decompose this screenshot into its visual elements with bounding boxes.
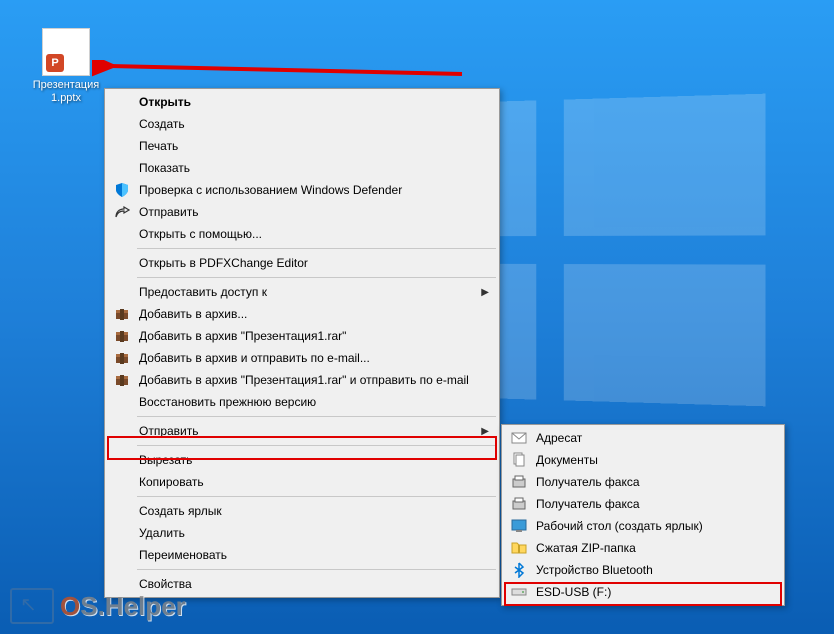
powerpoint-file-icon: P: [42, 28, 90, 76]
menu-new[interactable]: Создать: [107, 113, 497, 135]
bluetooth-icon: [508, 561, 530, 579]
sendto-recipient[interactable]: Адресат: [504, 427, 782, 449]
sendto-zip[interactable]: Сжатая ZIP-папка: [504, 537, 782, 559]
winrar-icon: [111, 305, 133, 323]
powerpoint-badge-icon: P: [46, 54, 64, 72]
menu-open-with[interactable]: Открыть с помощью...: [107, 223, 497, 245]
menu-rename[interactable]: Переименовать: [107, 544, 497, 566]
menu-pdf-editor[interactable]: Открыть в PDFXChange Editor: [107, 252, 497, 274]
sendto-documents[interactable]: Документы: [504, 449, 782, 471]
menu-send-to[interactable]: Отправить▶: [107, 420, 497, 442]
drive-icon: [508, 583, 530, 601]
menu-separator: [137, 496, 496, 497]
menu-shortcut[interactable]: Создать ярлык: [107, 500, 497, 522]
menu-cut[interactable]: Вырезать: [107, 449, 497, 471]
menu-show[interactable]: Показать: [107, 157, 497, 179]
menu-separator: [137, 416, 496, 417]
context-menu-sendto: Адресат Документы Получатель факса Получ…: [501, 424, 785, 606]
mail-icon: [508, 429, 530, 447]
menu-rar-add[interactable]: Добавить в архив...: [107, 303, 497, 325]
file-name-label: Презентация1.pptx: [30, 79, 102, 105]
menu-copy[interactable]: Копировать: [107, 471, 497, 493]
watermark-text: OS.Helper: [60, 591, 186, 622]
documents-icon: [508, 451, 530, 469]
menu-delete[interactable]: Удалить: [107, 522, 497, 544]
menu-restore[interactable]: Восстановить прежнюю версию: [107, 391, 497, 413]
menu-separator: [137, 248, 496, 249]
watermark-logo-icon: [10, 588, 54, 624]
watermark: OS.Helper: [10, 588, 186, 624]
chevron-right-icon: ▶: [481, 426, 489, 437]
fax-icon: [508, 473, 530, 491]
desktop-file-icon[interactable]: P Презентация1.pptx: [30, 28, 102, 105]
chevron-right-icon: ▶: [481, 287, 489, 298]
desktop-icon: [508, 517, 530, 535]
share-icon: [111, 203, 133, 221]
sendto-usb[interactable]: ESD-USB (F:): [504, 581, 782, 603]
sendto-bluetooth[interactable]: Устройство Bluetooth: [504, 559, 782, 581]
winrar-icon: [111, 349, 133, 367]
menu-rar-email-named[interactable]: Добавить в архив "Презентация1.rar" и от…: [107, 369, 497, 391]
menu-separator: [137, 277, 496, 278]
zip-folder-icon: [508, 539, 530, 557]
menu-rar-add-named[interactable]: Добавить в архив "Презентация1.rar": [107, 325, 497, 347]
sendto-fax2[interactable]: Получатель факса: [504, 493, 782, 515]
shield-icon: [111, 181, 133, 199]
fax-icon: [508, 495, 530, 513]
menu-send[interactable]: Отправить: [107, 201, 497, 223]
menu-share-access[interactable]: Предоставить доступ к▶: [107, 281, 497, 303]
menu-rar-email[interactable]: Добавить в архив и отправить по e-mail..…: [107, 347, 497, 369]
menu-open[interactable]: Открыть: [107, 91, 497, 113]
menu-separator: [137, 569, 496, 570]
sendto-desktop[interactable]: Рабочий стол (создать ярлык): [504, 515, 782, 537]
winrar-icon: [111, 371, 133, 389]
context-menu-main: Открыть Создать Печать Показать Проверка…: [104, 88, 500, 598]
menu-separator: [137, 445, 496, 446]
menu-defender[interactable]: Проверка с использованием Windows Defend…: [107, 179, 497, 201]
sendto-fax1[interactable]: Получатель факса: [504, 471, 782, 493]
menu-print[interactable]: Печать: [107, 135, 497, 157]
winrar-icon: [111, 327, 133, 345]
